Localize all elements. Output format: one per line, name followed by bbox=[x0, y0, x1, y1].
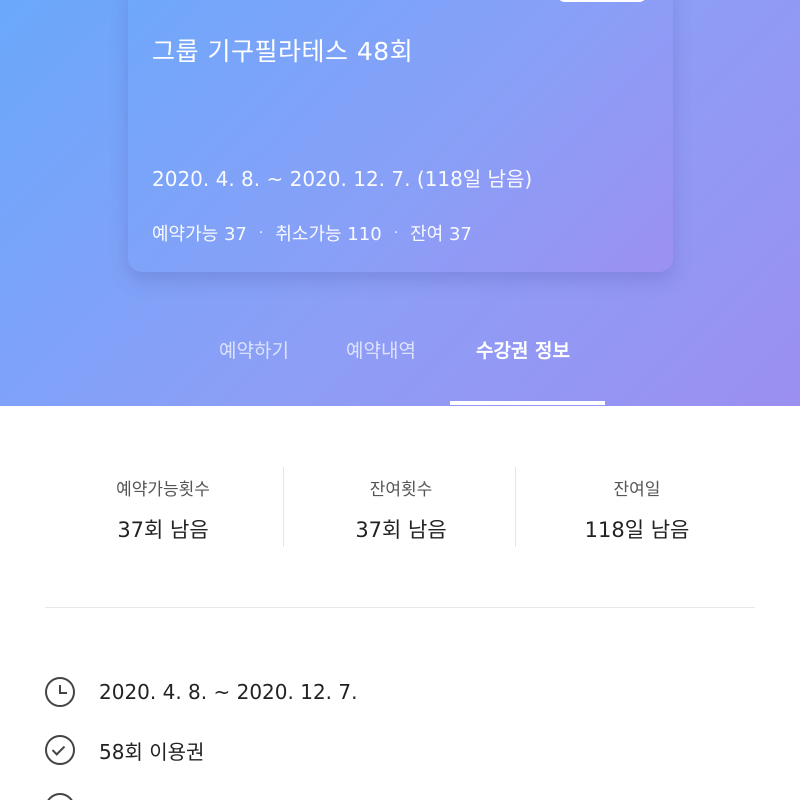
stat-value: 37회 남음 bbox=[355, 518, 447, 542]
separator-dot: · bbox=[393, 225, 399, 241]
info-row-period: 2020. 4. 8. ~ 2020. 12. 7. bbox=[45, 676, 755, 708]
ticket-period: 2020. 4. 8. ~ 2020. 12. 7. (118일 남음) bbox=[152, 167, 533, 191]
stat-label: 잔여횟수 bbox=[369, 480, 433, 500]
stat-label: 예약가능횟수 bbox=[116, 480, 210, 500]
info-row-next bbox=[45, 792, 755, 800]
ticket-title: 그룹 기구필라테스 48회 bbox=[152, 37, 414, 66]
stat-label: 잔여일 bbox=[613, 480, 661, 500]
stats-summary: 예약가능횟수 37회 남음 잔여횟수 37회 남음 잔여일 118일 남음 bbox=[45, 467, 755, 547]
stat-remaining-days: 잔여일 118일 남음 bbox=[519, 467, 755, 547]
info-period-text: 2020. 4. 8. ~ 2020. 12. 7. bbox=[99, 680, 358, 704]
check-circle-icon bbox=[45, 793, 75, 800]
section-divider bbox=[45, 607, 755, 608]
remaining-count: 잔여 37 bbox=[410, 224, 472, 245]
stat-value: 37회 남음 bbox=[117, 518, 209, 542]
tab-ticket-info[interactable]: 수강권 정보 bbox=[476, 336, 570, 363]
clock-icon bbox=[45, 677, 75, 707]
cancelable-count: 취소가능 110 bbox=[275, 224, 382, 245]
active-tab-indicator bbox=[450, 401, 605, 405]
separator-dot: · bbox=[258, 225, 264, 241]
ticket-counts: 예약가능 37 · 취소가능 110 · 잔여 37 bbox=[152, 220, 472, 246]
reservable-count: 예약가능 37 bbox=[152, 224, 247, 245]
tab-bar: 예약하기 예약내역 수강권 정보 bbox=[0, 330, 800, 406]
check-circle-icon bbox=[45, 735, 75, 765]
ticket-card[interactable]: 그룹 기구필라테스 48회 2020. 4. 8. ~ 2020. 12. 7.… bbox=[128, 0, 673, 272]
stat-value: 118일 남음 bbox=[584, 518, 690, 542]
stat-divider bbox=[515, 467, 516, 547]
tab-reservation[interactable]: 예약하기 bbox=[219, 336, 289, 363]
stat-reservable: 예약가능횟수 37회 남음 bbox=[45, 467, 281, 547]
card-top-badge bbox=[557, 0, 647, 2]
stat-remaining-count: 잔여횟수 37회 남음 bbox=[283, 467, 519, 547]
info-usage-text: 58회 이용권 bbox=[99, 739, 205, 764]
tab-reservation-history[interactable]: 예약내역 bbox=[346, 336, 416, 363]
info-row-usage: 58회 이용권 bbox=[45, 734, 755, 766]
header-hero: 그룹 기구필라테스 48회 2020. 4. 8. ~ 2020. 12. 7.… bbox=[0, 0, 800, 406]
